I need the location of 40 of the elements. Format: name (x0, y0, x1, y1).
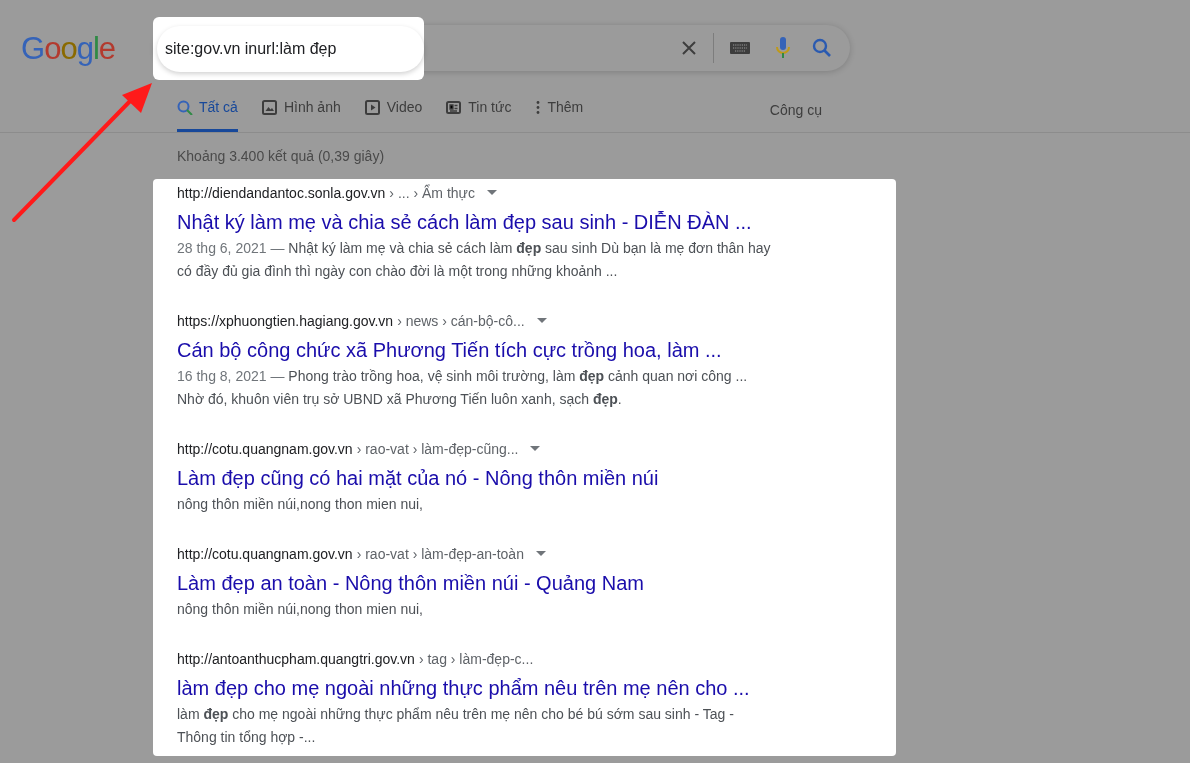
image-icon (261, 100, 278, 115)
tab[interactable]: Video (364, 97, 423, 132)
newspaper-icon (446, 100, 463, 115)
play-icon (364, 100, 381, 115)
more-icon (535, 100, 542, 115)
tab[interactable]: Tất cả (177, 97, 238, 132)
tools-button[interactable]: Công cụ (763, 99, 828, 132)
result-domain: http://antoanthucpham.quangtri.gov.vn (177, 650, 415, 669)
breadcrumb-path: › news › cán-bộ-cô... (397, 312, 525, 331)
result-title-link[interactable]: Cán bộ công chức xã Phương Tiến tích cực trồng hoa, làm ... (177, 335, 722, 365)
caret-icon[interactable] (535, 551, 546, 557)
caret-icon[interactable] (486, 190, 497, 196)
result-title-link[interactable]: làm đẹp cho mẹ ngoài những thực phẩm nêu trên mẹ nên cho ... (177, 673, 750, 703)
result-title-link[interactable]: Làm đẹp cũng có hai mặt của nó - Nông thôn miền núi (177, 463, 659, 493)
search-field[interactable]: site:gov.vn inurl:làm đẹp (157, 25, 424, 72)
close-icon[interactable] (681, 40, 697, 56)
result-title-link[interactable]: Làm đẹp an toàn - Nông thôn miền núi - Quảng Nam (177, 568, 644, 598)
result-snippet: nông thôn miền núi,nong thon mien nui, (177, 495, 424, 514)
result-snippet: làm đẹp cho mẹ ngoài những thực phẩm nêu trên mẹ nên cho bé bú sớm sau sinh - Tag - Thông tin tổng hợp -... (177, 705, 735, 747)
breadcrumb-path: › tag › làm-đẹp-c... (418, 650, 534, 669)
result-domain: http://cotu.quangnam.gov.vn (177, 545, 353, 564)
result-snippet: 28 thg 6, 2021 — Nhật ký làm mẹ và chia sẻ cách làm đẹp sau sinh Dù bạn là mẹ đơn thân hay có đầy đủ gia đình thì ngày con chào đời là một trong những khoảnh ... (177, 239, 772, 281)
caret-icon[interactable] (530, 446, 541, 452)
google-logo[interactable]: Google (21, 32, 155, 64)
breadcrumb-path: › rao-vat › làm-đẹp-cũng... (356, 440, 519, 459)
result-domain: http://cotu.quangnam.gov.vn (177, 440, 353, 459)
search-icon (177, 100, 193, 115)
tab[interactable]: Thêm (535, 97, 584, 132)
tab[interactable]: Tin tức (446, 97, 512, 132)
breadcrumb-path: › ... › Ẩm thực (389, 183, 475, 203)
result-domain: https://xphuongtien.hagiang.gov.vn (177, 312, 394, 331)
tab[interactable]: Hình ảnh (261, 97, 341, 132)
caret-icon[interactable] (536, 318, 547, 324)
result-domain: http://diendandantoc.sonla.gov.vn (177, 184, 386, 203)
breadcrumb-path: › rao-vat › làm-đẹp-an-toàn (356, 545, 524, 564)
result-stats: Khoảng 3.400 kết quả (0,39 giây) (177, 148, 385, 164)
result-title-link[interactable]: Nhật ký làm mẹ và chia sẻ cách làm đẹp sau sinh - DIỄN ĐÀN ... (177, 207, 752, 237)
result-snippet: 16 thg 8, 2021 — Phong trào trồng hoa, vệ sinh môi trường, làm đẹp cảnh quan nơi công ... Nhờ đó, khuôn viên trụ sở UBND xã Phương Tiến luôn xanh, sạch đẹp. (177, 367, 749, 409)
search-icon[interactable] (812, 38, 832, 58)
result-snippet: nông thôn miền núi,nong thon mien nui, (177, 600, 424, 619)
